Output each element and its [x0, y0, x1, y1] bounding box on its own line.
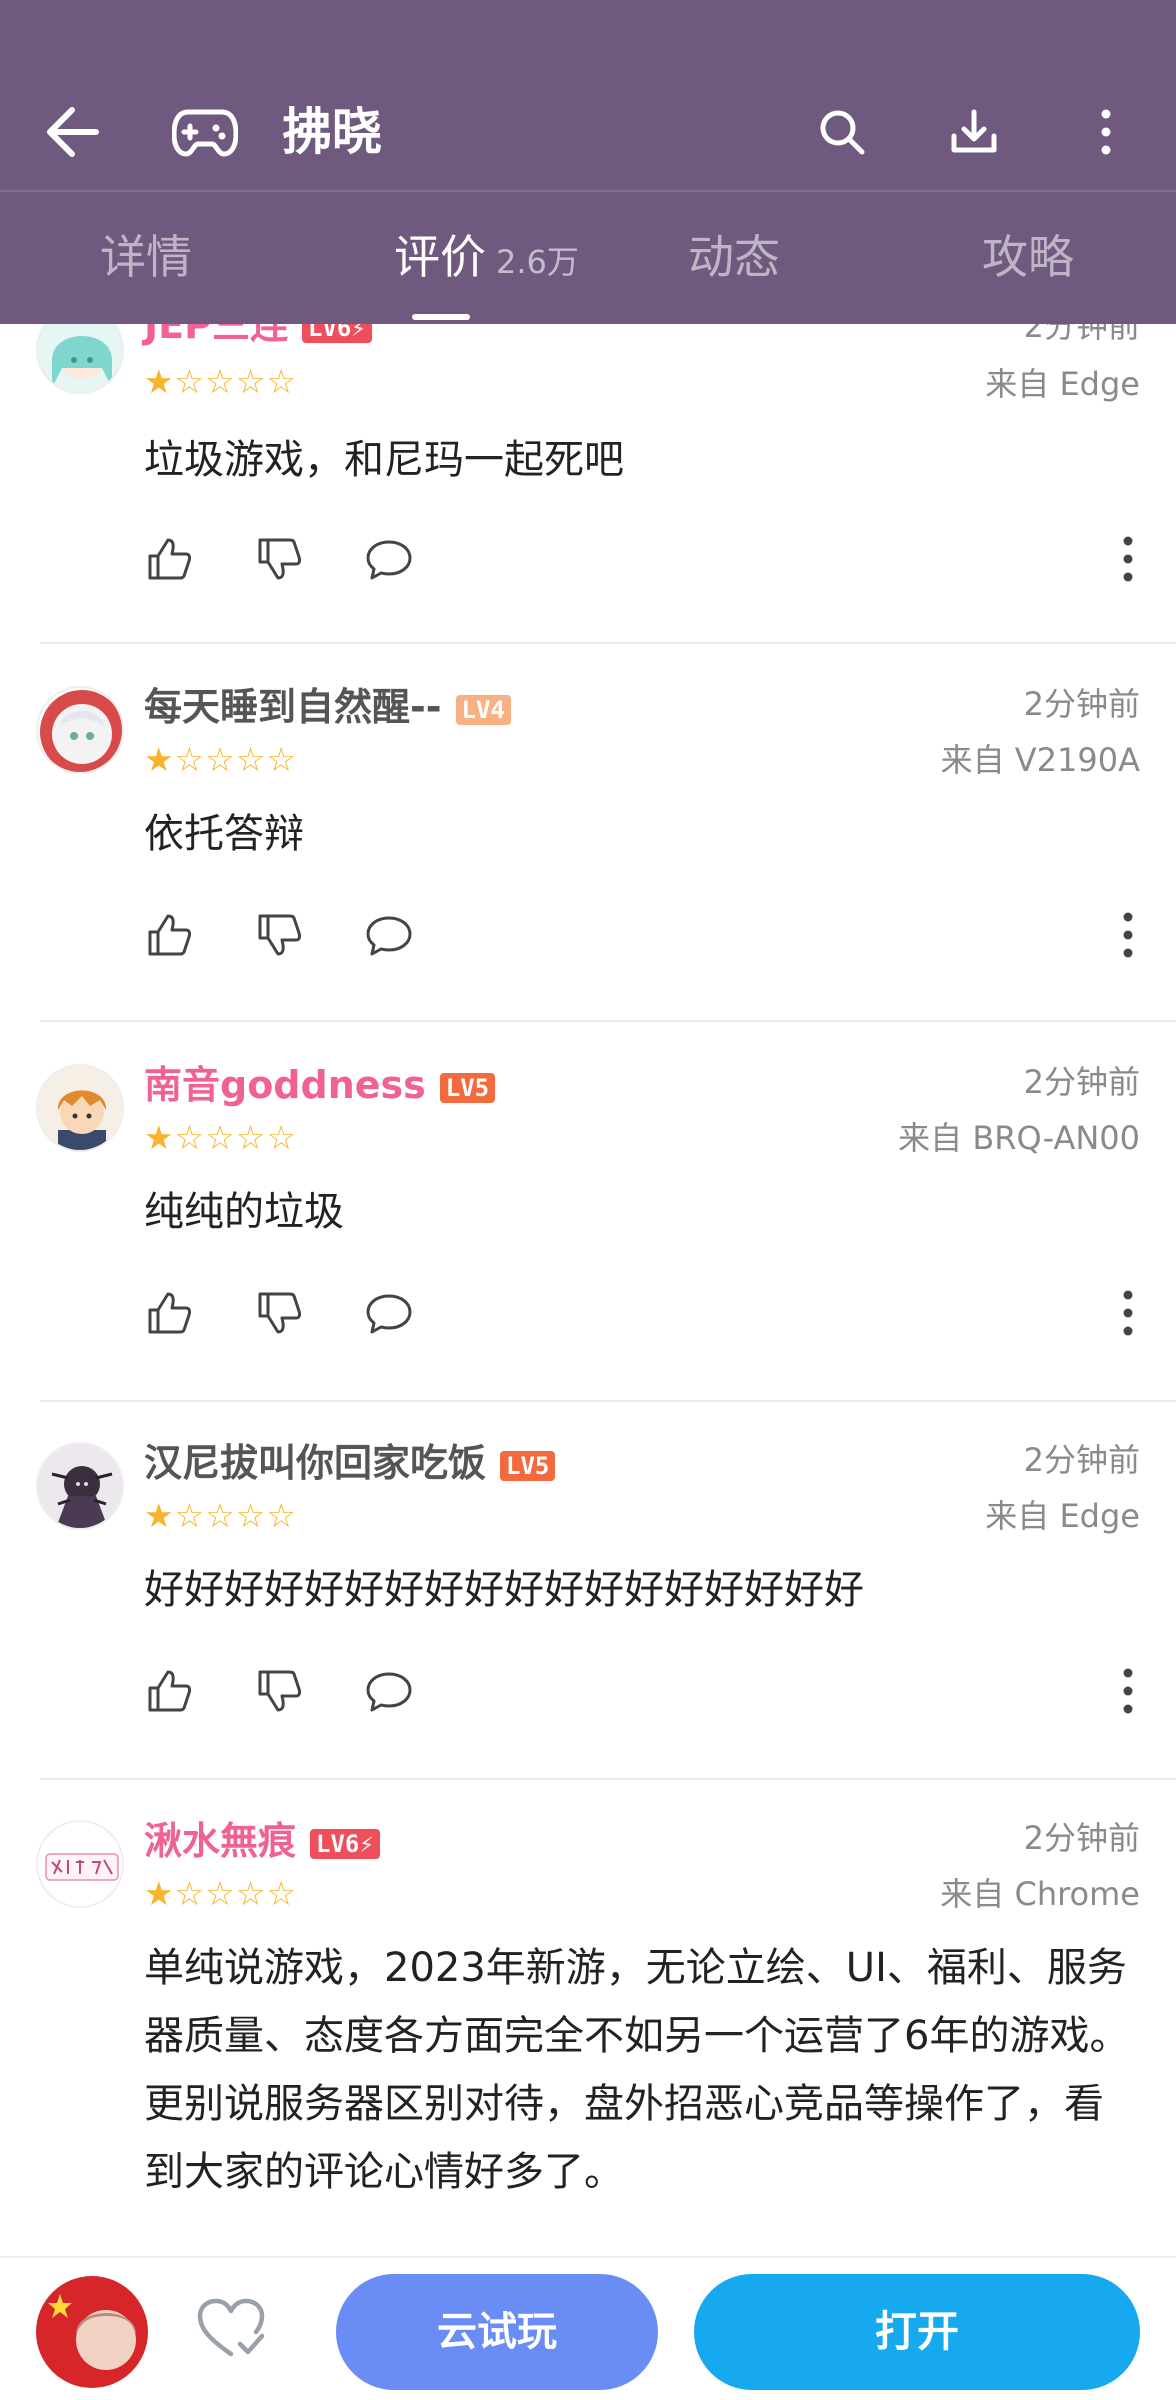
- tab-guides[interactable]: 攻略: [982, 222, 1074, 292]
- back-arrow-icon[interactable]: [40, 102, 106, 162]
- search-icon[interactable]: [812, 102, 872, 162]
- review-text: 好好好好好好好好好好好好好好好好好好: [144, 1567, 864, 1613]
- review-more-icon[interactable]: [1120, 908, 1136, 962]
- comment-icon[interactable]: [364, 910, 414, 960]
- review-source: 来自 BRQ-AN00: [898, 1119, 1140, 1157]
- avatar[interactable]: [36, 1064, 124, 1152]
- divider: [40, 1400, 1176, 1402]
- thumbs-up-icon[interactable]: [144, 1288, 194, 1338]
- username[interactable]: 每天睡到自然醒-- LV4: [144, 682, 511, 732]
- review-source: 来自 Chrome: [940, 1875, 1140, 1913]
- open-button[interactable]: 打开: [694, 2274, 1140, 2390]
- comment-icon[interactable]: [364, 534, 414, 584]
- cloud-play-button[interactable]: 云试玩: [336, 2274, 658, 2390]
- app-header: 拂晓 详情 评价 2.6万 动态 攻略: [0, 0, 1176, 324]
- avatar[interactable]: [36, 1820, 124, 1908]
- page-title: 拂晓: [282, 103, 382, 161]
- username[interactable]: 湫水無痕 LV6⚡: [144, 1816, 380, 1866]
- star-rating: ★☆☆☆☆: [144, 362, 297, 401]
- review-more-icon[interactable]: [1120, 1664, 1136, 1718]
- top-toolbar: 拂晓: [0, 84, 1176, 180]
- review-source: 来自 Edge: [985, 365, 1140, 403]
- star-rating: ★☆☆☆☆: [144, 740, 297, 779]
- review-time: 2分钟前: [1023, 1063, 1140, 1101]
- review-text: 垃圾游戏，和尼玛一起死吧: [144, 437, 624, 483]
- thumbs-down-icon[interactable]: [254, 534, 304, 584]
- my-avatar[interactable]: [36, 2276, 148, 2388]
- divider: [40, 1778, 1176, 1780]
- review-text: 单纯说游戏，2023年新游，无论立绘、UI、福利、服务器质量、态度各方面完全不如…: [144, 1945, 1130, 2195]
- level-badge: LV6⚡: [310, 1828, 380, 1859]
- favorite-heart-icon[interactable]: [196, 2298, 266, 2362]
- star-rating: ★☆☆☆☆: [144, 1118, 297, 1157]
- username[interactable]: 汉尼拔叫你回家吃饭 LV5: [144, 1438, 556, 1488]
- thumbs-up-icon[interactable]: [144, 910, 194, 960]
- bottom-action-bar: 云试玩 打开: [0, 2256, 1176, 2400]
- active-tab-indicator: [412, 314, 470, 320]
- download-icon[interactable]: [944, 102, 1004, 162]
- review-text: 纯纯的垃圾: [144, 1189, 344, 1235]
- username[interactable]: 南音goddness LV5: [144, 1060, 496, 1110]
- review-time: 2分钟前: [1023, 685, 1140, 723]
- review-more-icon[interactable]: [1120, 532, 1136, 586]
- thumbs-down-icon[interactable]: [254, 1666, 304, 1716]
- thumbs-down-icon[interactable]: [254, 1288, 304, 1338]
- divider: [40, 642, 1176, 644]
- review-source: 来自 V2190A: [940, 741, 1140, 779]
- more-vertical-icon[interactable]: [1086, 102, 1126, 162]
- review-count: 2.6万: [496, 243, 579, 281]
- tab-activity[interactable]: 动态: [688, 222, 780, 292]
- avatar[interactable]: [36, 1442, 124, 1530]
- level-badge: LV5: [439, 1072, 496, 1103]
- review-source: 来自 Edge: [985, 1497, 1140, 1535]
- tab-details[interactable]: 详情: [100, 222, 192, 292]
- gamepad-icon: [171, 104, 239, 160]
- avatar[interactable]: [36, 686, 124, 774]
- star-rating: ★☆☆☆☆: [144, 1874, 297, 1913]
- level-badge: LV5: [500, 1450, 556, 1481]
- review-time: 2分钟前: [1023, 1441, 1140, 1479]
- review-more-icon[interactable]: [1120, 1286, 1136, 1340]
- tab-reviews[interactable]: 评价 2.6万: [394, 222, 579, 292]
- tab-bar: 详情 评价 2.6万 动态 攻略: [0, 222, 1176, 322]
- comment-icon[interactable]: [364, 1288, 414, 1338]
- header-divider: [0, 190, 1176, 192]
- thumbs-up-icon[interactable]: [144, 534, 194, 584]
- star-rating: ★☆☆☆☆: [144, 1496, 297, 1535]
- review-text: 依托答辩: [144, 811, 304, 857]
- review-time: 2分钟前: [1023, 1819, 1140, 1857]
- thumbs-up-icon[interactable]: [144, 1666, 194, 1716]
- divider: [40, 1020, 1176, 1022]
- level-badge: LV4: [455, 694, 511, 725]
- thumbs-down-icon[interactable]: [254, 910, 304, 960]
- comment-icon[interactable]: [364, 1666, 414, 1716]
